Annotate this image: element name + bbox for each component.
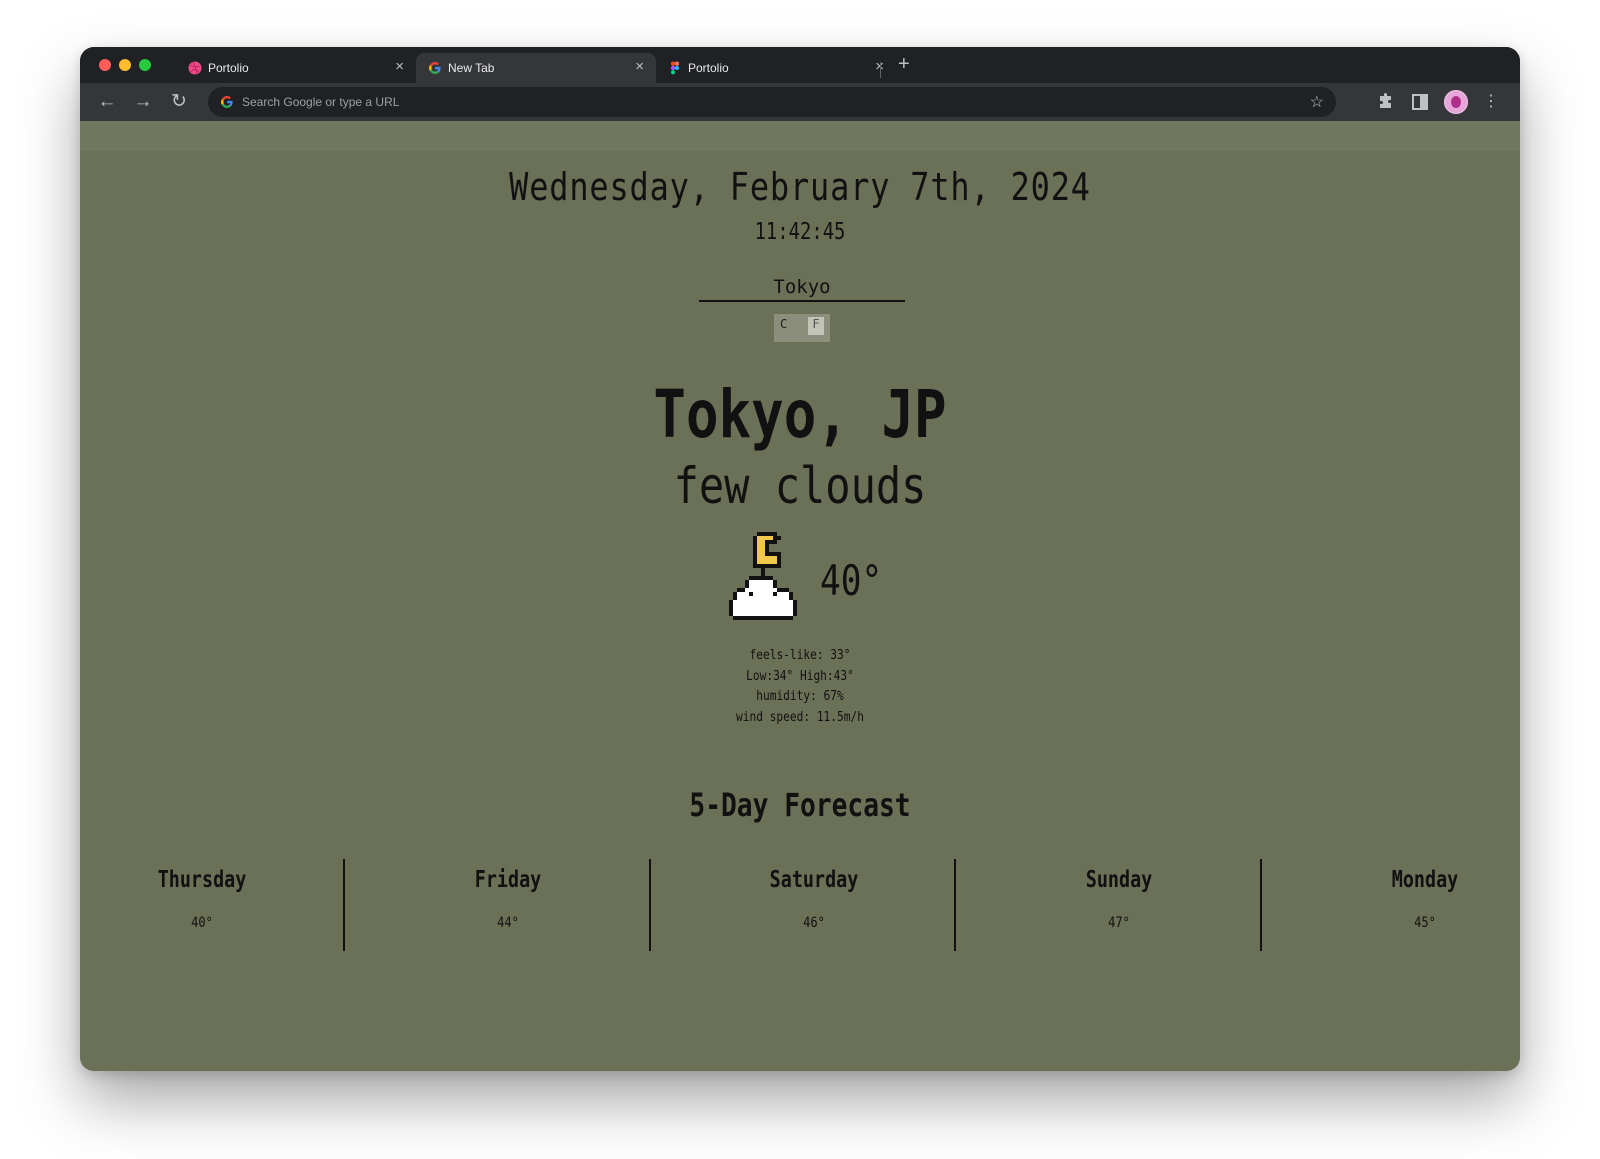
forward-arrow-icon[interactable]: →	[130, 89, 156, 115]
tab-portolio-1[interactable]: Portolio ×	[176, 53, 416, 83]
forecast-day: Monday 45°	[1272, 857, 1520, 949]
google-icon	[429, 62, 441, 74]
forecast-day-name: Thursday	[157, 867, 247, 893]
profile-avatar[interactable]	[1444, 90, 1468, 114]
dribbble-icon	[188, 61, 202, 75]
tab-new-tab[interactable]: New Tab ×	[416, 53, 656, 83]
unit-toggle[interactable]: C F	[774, 314, 830, 342]
tab-title: Portolio	[688, 61, 729, 75]
tab-title: Portolio	[208, 61, 249, 75]
forecast-day: Saturday 46°	[661, 857, 967, 949]
tab-portolio-2[interactable]: Portolio ×	[656, 53, 896, 83]
close-window-button[interactable]	[99, 59, 111, 71]
forecast-day-name: Saturday	[769, 867, 859, 893]
humidity: humidity: 67%	[756, 689, 844, 704]
tab-strip: Portolio × New Tab × Portolio ×	[80, 47, 1520, 83]
forecast-divider	[954, 859, 956, 951]
city-search-input[interactable]	[699, 274, 905, 302]
google-icon	[221, 96, 233, 108]
forecast-day: Sunday 47°	[966, 857, 1272, 949]
omnibox-placeholder: Search Google or type a URL	[242, 95, 400, 109]
page-top-strip	[80, 121, 1520, 151]
maximize-window-button[interactable]	[139, 59, 151, 71]
current-time: 11:42:45	[754, 219, 846, 245]
low-high: Low:34° High:43°	[746, 668, 854, 684]
moon-cloud-icon	[729, 532, 797, 620]
forecast-day-temp: 44°	[497, 915, 519, 931]
reload-icon[interactable]: ↻	[166, 89, 192, 115]
forecast-divider	[343, 859, 345, 951]
forecast-divider	[1260, 859, 1262, 951]
weather-page: Wednesday, February 7th, 2024 11:42:45 C…	[80, 121, 1520, 1071]
forecast-day-temp: 46°	[803, 915, 825, 931]
current-temperature: 40°	[820, 556, 883, 605]
location-title: Tokyo, JP	[653, 376, 947, 453]
forecast-day-name: Sunday	[1085, 867, 1153, 893]
forecast-day-name: Friday	[474, 867, 542, 893]
back-arrow-icon[interactable]: ←	[94, 89, 120, 115]
close-tab-icon[interactable]: ×	[635, 58, 644, 75]
minimize-window-button[interactable]	[119, 59, 131, 71]
forecast-day: Thursday 40°	[80, 857, 355, 949]
weather-condition: few clouds	[673, 457, 927, 515]
forecast-divider	[649, 859, 651, 951]
browser-window: Portolio × New Tab × Portolio ×	[80, 47, 1520, 1071]
more-menu-icon[interactable]: ⋮	[1480, 91, 1502, 113]
forecast-day-temp: 47°	[1108, 915, 1130, 931]
close-tab-icon[interactable]: ×	[395, 58, 404, 75]
forecast-day: Friday 44°	[355, 857, 661, 949]
extensions-puzzle-icon[interactable]	[1374, 91, 1396, 113]
weather-details: feels-like: 33° Low:34° High:43° humidit…	[181, 646, 1419, 728]
bookmark-star-icon[interactable]: ☆	[1310, 92, 1324, 112]
forecast-day-temp: 40°	[191, 915, 213, 931]
feels-like: feels-like: 33°	[749, 648, 851, 663]
forecast-title: 5-Day Forecast	[689, 786, 911, 824]
fahrenheit-option[interactable]: F	[808, 317, 824, 335]
forecast-day-name: Monday	[1391, 867, 1459, 893]
figma-icon	[671, 61, 679, 75]
wind-speed: wind speed: 11.5m/h	[736, 709, 864, 725]
tab-title: New Tab	[448, 61, 495, 75]
side-panel-icon[interactable]	[1409, 91, 1431, 113]
celsius-option[interactable]: C	[780, 317, 787, 331]
tab-separator	[880, 62, 881, 78]
new-tab-button[interactable]: +	[898, 53, 910, 76]
browser-toolbar: ← → ↻ Search Google or type a URL ☆ ⋮	[80, 83, 1520, 121]
current-date: Wednesday, February 7th, 2024	[509, 165, 1091, 209]
forecast-day-temp: 45°	[1414, 915, 1436, 931]
address-bar[interactable]: Search Google or type a URL ☆	[208, 87, 1336, 117]
